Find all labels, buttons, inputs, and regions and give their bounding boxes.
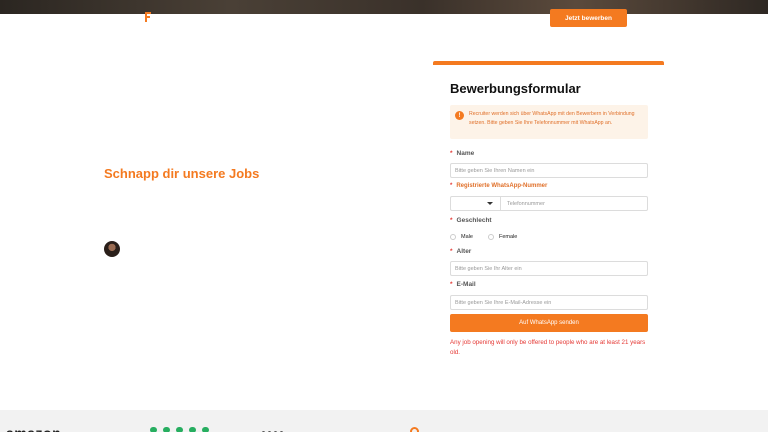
- email-field[interactable]: Bitte geben Sie Ihre E-Mail-Adresse ein: [450, 295, 648, 310]
- hero-image-strip: [0, 0, 768, 14]
- partner-logos-strip: amazon: [0, 410, 768, 432]
- country-code-select[interactable]: [450, 196, 501, 211]
- whatsapp-label: * Registrierte WhatsApp-Nummer: [450, 183, 548, 189]
- page: Jetzt bewerben Schnapp dir unsere Jobs B…: [0, 0, 768, 432]
- apply-now-button[interactable]: Jetzt bewerben: [550, 9, 627, 27]
- form-title: Bewerbungsformular: [450, 81, 581, 96]
- partner-logo-2: [150, 427, 209, 432]
- avatar[interactable]: [104, 241, 120, 257]
- age-label: * Alter: [450, 248, 472, 255]
- partner-logo-4: [410, 427, 419, 432]
- brand-logo-icon: [145, 12, 151, 22]
- whatsapp-notice: ! Recruiter werden sich über WhatsApp mi…: [450, 105, 648, 139]
- radio-circle[interactable]: [488, 234, 494, 240]
- notice-text: Recruiter werden sich über WhatsApp mit …: [469, 111, 635, 126]
- hero-slogan: Schnapp dir unsere Jobs: [104, 166, 260, 181]
- application-form-card: Bewerbungsformular ! Recruiter werden si…: [433, 61, 664, 371]
- radio-circle[interactable]: [450, 234, 456, 240]
- partner-logo-amazon: amazon: [6, 425, 61, 432]
- age-disclaimer: Any job opening will only be offered to …: [450, 339, 646, 356]
- phone-field[interactable]: Telefonnummer: [501, 196, 648, 211]
- info-icon: !: [455, 111, 464, 120]
- name-field[interactable]: Bitte geben Sie Ihren Namen ein: [450, 163, 648, 178]
- gender-radio-male[interactable]: Male: [450, 234, 473, 240]
- age-field[interactable]: Bitte geben Sie Ihr Alter ein: [450, 261, 648, 276]
- send-whatsapp-button[interactable]: Auf WhatsApp senden: [450, 314, 648, 332]
- chevron-down-icon: [487, 202, 493, 205]
- card-accent-bar: [433, 61, 664, 65]
- gender-label: * Geschlecht: [450, 217, 492, 224]
- gender-radio-female[interactable]: Female: [488, 234, 517, 240]
- name-label: * Name: [450, 150, 475, 157]
- email-label: * E-Mail: [450, 281, 476, 288]
